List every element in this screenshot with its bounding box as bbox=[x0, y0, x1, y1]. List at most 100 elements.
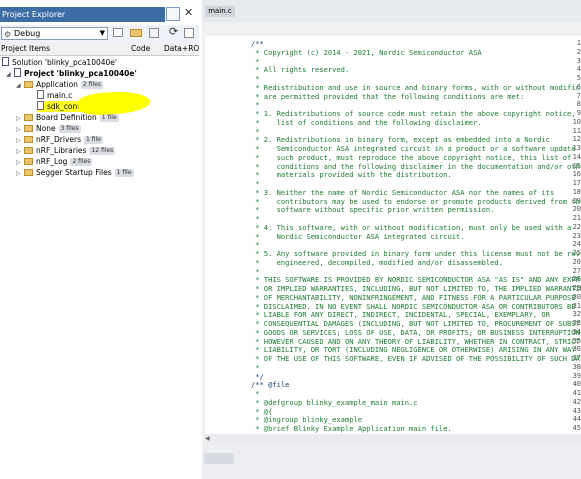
line-number: 41 bbox=[572, 389, 581, 397]
line-number: 12 bbox=[572, 135, 581, 144]
column-data-ro[interactable]: Data+RO bbox=[164, 43, 199, 55]
line-number: 17 bbox=[572, 179, 581, 187]
options-icon[interactable] bbox=[184, 28, 194, 38]
code-line: * LIABLE FOR ANY DIRECT, INDIRECT, INCID… bbox=[251, 310, 550, 320]
code-line: * 3. Neither the name of Nordic Semicond… bbox=[251, 187, 555, 197]
line-number: 20 bbox=[572, 205, 581, 214]
code-line: * bbox=[251, 56, 260, 66]
line-number: 24 bbox=[572, 240, 581, 249]
code-line: * bbox=[251, 266, 260, 276]
code-line: * Copyright (c) 2014 - 2021, Nordic Semi… bbox=[251, 47, 482, 57]
line-number: 45 bbox=[572, 424, 581, 432]
file-count-badge: 2 files bbox=[70, 158, 93, 166]
tree-item-segger-startup-files[interactable]: ▷ Segger Startup Files 1 file bbox=[16, 167, 134, 178]
line-number: 38 bbox=[572, 362, 581, 371]
solution-icon bbox=[2, 57, 9, 66]
tree-item-label: Board Definition bbox=[36, 113, 97, 122]
line-number: 4 bbox=[576, 65, 581, 74]
file-count-badge: 2 files bbox=[80, 81, 103, 89]
line-number: 40 bbox=[572, 380, 581, 389]
line-number: 7 bbox=[576, 91, 581, 100]
tree-item-application[interactable]: ◢ Application 2 files bbox=[16, 79, 103, 90]
configuration-value: Debug bbox=[14, 29, 41, 38]
maximize-icon[interactable] bbox=[166, 7, 180, 21]
tree-item-nrf-log[interactable]: ▷ nRF_Log 2 files bbox=[16, 156, 93, 167]
line-number: 44 bbox=[572, 415, 581, 424]
tree-item-main-c[interactable]: main.c bbox=[37, 90, 72, 101]
new-file-icon[interactable] bbox=[113, 28, 123, 37]
tree-item-label: Application bbox=[36, 80, 78, 89]
code-line: * bbox=[251, 74, 260, 83]
folder-icon bbox=[24, 147, 33, 154]
code-line: * are permitted provided that the follow… bbox=[251, 91, 525, 101]
project-explorer-title: Project Explorer bbox=[0, 7, 165, 22]
code-line: * such product, must reproduce the above… bbox=[251, 152, 572, 162]
build-icon: ⚙ bbox=[4, 30, 12, 39]
horizontal-scrollbar[interactable]: ◀ bbox=[205, 434, 581, 445]
code-line: * OF MERCHANTABILITY, NONINFRINGEMENT, A… bbox=[251, 292, 576, 302]
tree-item-label: None bbox=[36, 124, 56, 133]
refresh-icon[interactable]: ⟳ bbox=[169, 25, 178, 38]
project-item[interactable]: ◢ Project 'blinky_pca10040e' bbox=[6, 68, 137, 79]
folder-icon bbox=[24, 158, 33, 165]
line-number: 8 bbox=[576, 100, 581, 109]
collapsed-arrow-icon: ▷ bbox=[16, 170, 21, 177]
h-file-icon bbox=[37, 101, 44, 110]
file-count-badge: 3 files bbox=[58, 125, 81, 133]
column-project-items[interactable]: Project Items bbox=[1, 43, 50, 55]
c-file-icon bbox=[37, 90, 44, 99]
line-number: 42 bbox=[572, 397, 581, 406]
folder-icon bbox=[24, 125, 33, 132]
file-count-badge: 12 files bbox=[89, 147, 116, 155]
close-icon[interactable]: ✕ bbox=[184, 6, 193, 19]
code-line: * DISCLAIMED. IN NO EVENT SHALL NORDIC S… bbox=[251, 301, 576, 311]
configuration-select[interactable]: ⚙ Debug ▼ bbox=[1, 27, 108, 40]
scroll-left-icon[interactable]: ◀ bbox=[205, 435, 214, 444]
code-line: * software without specific prior writte… bbox=[251, 205, 495, 215]
expanded-arrow-icon: ◢ bbox=[16, 82, 21, 89]
code-line: * contributors may be used to endorse or… bbox=[251, 196, 580, 206]
code-line: * conditions and the following disclaime… bbox=[251, 161, 580, 171]
column-code[interactable]: Code bbox=[131, 43, 150, 55]
tree-item-none[interactable]: ▷ None 3 files bbox=[16, 123, 81, 134]
code-line: * Redistribution and use in source and b… bbox=[251, 82, 580, 92]
code-line: * engineered, decompiled, modified and/o… bbox=[251, 257, 503, 267]
code-line: * Semiconductor ASA integrated circuit i… bbox=[251, 144, 576, 153]
tree-item-nrf-libraries[interactable]: ▷ nRF_Libraries 12 files bbox=[16, 145, 116, 156]
line-number: 2 bbox=[576, 47, 581, 56]
code-line: * 5. Any software provided in binary for… bbox=[251, 249, 580, 258]
code-line: /** bbox=[251, 39, 264, 48]
editor-tab-bar bbox=[202, 0, 581, 22]
new-folder-icon[interactable] bbox=[130, 29, 142, 37]
line-number: 16 bbox=[572, 170, 581, 179]
line-number: 43 bbox=[572, 406, 581, 415]
tree-item-label: nRF_Drivers bbox=[36, 135, 82, 144]
code-line: * OR IMPLIED WARRANTIES, INCLUDING, BUT … bbox=[251, 284, 581, 293]
tree-item-nrf-drivers[interactable]: ▷ nRF_Drivers 1 file bbox=[16, 134, 103, 145]
tab-main-c[interactable]: main.c bbox=[205, 6, 235, 17]
bottom-tab[interactable] bbox=[204, 453, 234, 464]
properties-icon[interactable] bbox=[149, 28, 159, 38]
code-line: * bbox=[251, 179, 260, 188]
folder-icon bbox=[24, 81, 33, 88]
line-number: 26 bbox=[572, 257, 581, 266]
code-line: * bbox=[251, 389, 260, 398]
line-number: 5 bbox=[576, 74, 581, 82]
file-count-badge: 1 file bbox=[114, 169, 134, 177]
line-number: 10 bbox=[572, 117, 581, 126]
line-number: 27 bbox=[572, 266, 581, 275]
code-line: * OF THE USE OF THIS SOFTWARE, EVEN IF A… bbox=[251, 354, 580, 363]
folder-icon bbox=[24, 114, 33, 121]
line-number: 39 bbox=[572, 371, 581, 380]
line-number: 18 bbox=[572, 187, 581, 196]
project-label: Project 'blinky_pca10040e' bbox=[24, 69, 137, 78]
solution-item[interactable]: Solution 'blinky_pca10040e' bbox=[2, 57, 117, 68]
line-number: 3 bbox=[576, 56, 581, 65]
project-icon bbox=[14, 68, 21, 77]
line-number: 23 bbox=[572, 231, 581, 240]
line-number: 21 bbox=[572, 214, 581, 222]
code-line: * CONSEQUENTIAL DAMAGES (INCLUDING, BUT … bbox=[251, 319, 580, 328]
code-line: * bbox=[251, 214, 260, 223]
code-line: * All rights reserved. bbox=[251, 65, 350, 75]
code-line: * bbox=[251, 362, 260, 372]
